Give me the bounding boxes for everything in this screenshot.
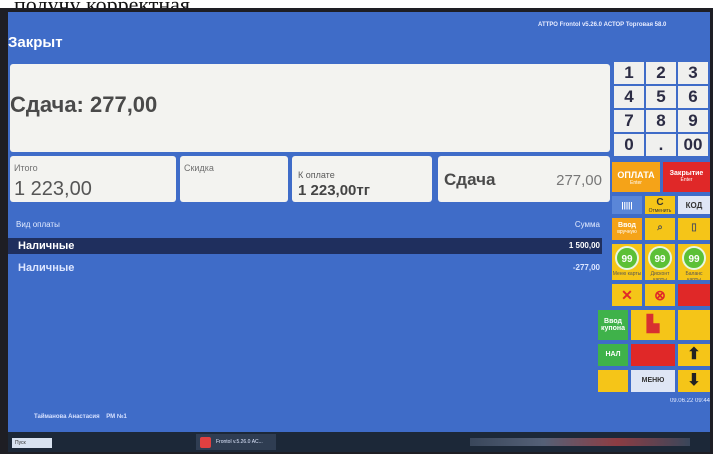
discount-card-label: Дисконт карты: [650, 271, 670, 280]
cash-button[interactable]: НАЛ: [598, 344, 628, 366]
pay-button-label: ОПЛАТА: [617, 170, 655, 180]
pos-screen: Закрыт АТТРО Frontol v5.26.0 АСТОР Торго…: [8, 12, 710, 452]
clock-readout: 09.06.22 09:44: [626, 398, 710, 408]
card-menu-label: Меню карты: [612, 271, 642, 277]
change-label: Сдача: [444, 170, 496, 189]
coupon-input-button[interactable]: Ввод купона: [598, 310, 628, 340]
key-8[interactable]: 8: [646, 110, 676, 132]
close-icon: ✕: [621, 287, 633, 303]
print-button[interactable]: ▙: [631, 310, 675, 340]
key-dot[interactable]: .: [646, 134, 676, 156]
start-button[interactable]: Пуск: [12, 438, 52, 448]
pay-button[interactable]: ОПЛАТА Enter: [612, 162, 660, 192]
taskbar: Пуск Frontol v.5.26.0 АС...: [8, 432, 710, 452]
start-label: Пуск: [15, 440, 26, 446]
barcode-icon: |||||: [621, 201, 633, 210]
close-check-sub: Enter: [680, 177, 693, 183]
change-tile: Сдача 277,00: [438, 156, 610, 202]
small-yellow-button[interactable]: [598, 370, 628, 392]
footer-cashier: Тайманова Анастасия РМ №1: [34, 414, 127, 420]
misc-yellow-button[interactable]: [678, 310, 710, 340]
payments-header-amount: Сумма: [574, 220, 600, 229]
cashier-name: Тайманова Анастасия: [34, 414, 100, 420]
taskbar-app-frontol[interactable]: Frontol v.5.26.0 АС...: [196, 434, 276, 450]
card-menu-button[interactable]: 99 Меню карты: [612, 244, 642, 280]
payment-amount: -277,00: [572, 263, 600, 272]
frontol-app-icon: [200, 437, 211, 448]
cancel-icon: ⊗: [654, 287, 666, 303]
menu-button[interactable]: МЕНЮ: [631, 370, 675, 392]
cancel-button[interactable]: ⊗: [645, 284, 675, 306]
cancel-c-sub: Отменить: [648, 208, 672, 214]
key-2[interactable]: 2: [646, 62, 676, 84]
clock-text: 09.06.22 09:44: [669, 398, 710, 404]
key-7[interactable]: 7: [614, 110, 644, 132]
to-pay-tile: К оплате 1 223,00тг: [292, 156, 432, 202]
key-5[interactable]: 5: [646, 86, 676, 108]
to-pay-label: К оплате: [298, 170, 335, 180]
arrow-down-button[interactable]: ⬇: [678, 370, 710, 392]
discount-card-button[interactable]: 99 Дисконт карты: [645, 244, 675, 280]
key-6[interactable]: 6: [678, 86, 708, 108]
payments-header: Вид оплаты Сумма: [8, 216, 602, 230]
coupon-input-label: Ввод купона: [600, 318, 626, 332]
green-balance-icon: 99: [682, 246, 706, 270]
cash-button-label: НАЛ: [605, 351, 621, 358]
key-1[interactable]: 1: [614, 62, 644, 84]
pay-button-sub: Enter: [630, 180, 642, 186]
red-action-button[interactable]: [678, 284, 710, 306]
card-balance-button[interactable]: 99 Баланс карты: [678, 244, 710, 280]
barcode-button[interactable]: |||||: [612, 196, 642, 214]
system-tray: [470, 438, 690, 446]
key-4[interactable]: 4: [614, 86, 644, 108]
document-button[interactable]: ▯: [678, 218, 710, 240]
payment-method: Наличные: [18, 262, 75, 274]
red-small-button[interactable]: [631, 344, 675, 366]
green-card-icon: 99: [615, 246, 639, 270]
printer-icon: ▙: [646, 316, 660, 333]
menu-button-label: МЕНЮ: [641, 377, 665, 384]
cancel-c-button[interactable]: С Отменить: [645, 196, 675, 214]
app-version: АТТРО Frontol v5.26.0 АСТОР Торговая 58.…: [538, 22, 667, 28]
arrow-up-button[interactable]: ⬆: [678, 344, 710, 366]
search-icon: ⌕: [657, 222, 663, 233]
payment-row[interactable]: Наличные 1 500,00: [8, 238, 602, 254]
key-9[interactable]: 9: [678, 110, 708, 132]
taskbar-app-label: Frontol v.5.26.0 АС...: [216, 439, 263, 445]
close-check-button[interactable]: Закрытие Enter: [663, 162, 710, 192]
payments-header-method: Вид оплаты: [16, 220, 60, 229]
green-discount-icon: 99: [648, 246, 672, 270]
status-title: Закрыт: [8, 34, 63, 51]
change-value: 277,00: [556, 172, 602, 189]
arrow-up-icon: ⬆: [687, 346, 701, 363]
payment-method: Наличные: [18, 240, 75, 252]
card-balance-label: Баланс карты: [685, 271, 703, 280]
change-banner: Сдача: 277,00: [10, 64, 610, 152]
total-label: Итого: [14, 163, 38, 173]
delete-button[interactable]: ✕: [612, 284, 642, 306]
key-0[interactable]: 0: [614, 134, 644, 156]
code-button[interactable]: КОД: [678, 196, 710, 214]
manual-input-sub: вручную: [617, 229, 637, 235]
total-tile: Итого 1 223,00: [10, 156, 176, 202]
arrow-down-icon: ⬇: [687, 372, 701, 389]
payment-row[interactable]: Наличные -277,00: [8, 260, 602, 276]
workstation-id: РМ №1: [106, 414, 127, 420]
manual-input-button[interactable]: Ввод вручную: [612, 218, 642, 240]
document-icon: ▯: [691, 222, 697, 233]
total-value: 1 223,00: [14, 178, 92, 200]
search-button[interactable]: ⌕: [645, 218, 675, 240]
close-check-label: Закрытие: [669, 170, 704, 177]
manual-input-label: Ввод: [618, 222, 636, 229]
key-00[interactable]: 00: [678, 134, 708, 156]
to-pay-value: 1 223,00тг: [298, 182, 370, 199]
discount-label: Скидка: [184, 163, 214, 173]
cancel-c-label: С: [656, 197, 664, 208]
discount-tile: Скидка: [180, 156, 288, 202]
payment-amount: 1 500,00: [568, 241, 600, 250]
code-button-label: КОД: [685, 201, 703, 210]
change-banner-text: Сдача: 277,00: [10, 92, 158, 117]
key-3[interactable]: 3: [678, 62, 708, 84]
